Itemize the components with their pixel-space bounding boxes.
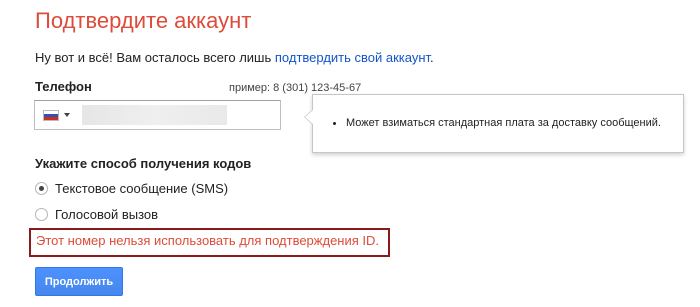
radio-option-sms[interactable]: Текстовое сообщение (SMS) — [35, 181, 228, 196]
verify-account-link[interactable]: подтвердить свой аккаунт — [275, 50, 430, 65]
country-selector[interactable] — [35, 101, 78, 129]
phone-field — [34, 100, 281, 130]
chevron-down-icon — [64, 113, 70, 117]
phone-label: Телефон — [35, 79, 92, 94]
continue-button[interactable]: Продолжить — [35, 267, 123, 296]
radio-sms-label: Текстовое сообщение (SMS) — [55, 181, 229, 196]
russia-flag-icon — [43, 109, 59, 121]
bullet-icon — [333, 121, 336, 125]
radio-voice-label: Голосовой вызов — [55, 207, 159, 222]
method-label: Укажите способ получения кодов — [35, 156, 252, 171]
page-title: Подтвердите аккаунт — [35, 8, 252, 33]
phone-example-hint: пример: 8 (301) 123-45-67 — [229, 82, 362, 94]
radio-sms-button[interactable] — [35, 182, 48, 195]
intro-text-after: . — [430, 50, 434, 65]
intro-text: Ну вот и всё! Вам осталось всего лишь по… — [35, 50, 434, 65]
tooltip-item-text: Может взиматься стандартная плата за дос… — [346, 117, 661, 129]
radio-voice-button[interactable] — [35, 208, 48, 221]
intro-text-before: Ну вот и всё! Вам осталось всего лишь — [35, 50, 275, 65]
phone-input[interactable] — [82, 105, 227, 125]
error-message: Этот номер нельзя использовать для подтв… — [36, 233, 380, 248]
tooltip-item: Может взиматься стандартная плата за дос… — [333, 117, 661, 129]
radio-option-voice[interactable]: Голосовой вызов — [35, 207, 158, 222]
info-tooltip: Может взиматься стандартная плата за дос… — [304, 94, 684, 153]
